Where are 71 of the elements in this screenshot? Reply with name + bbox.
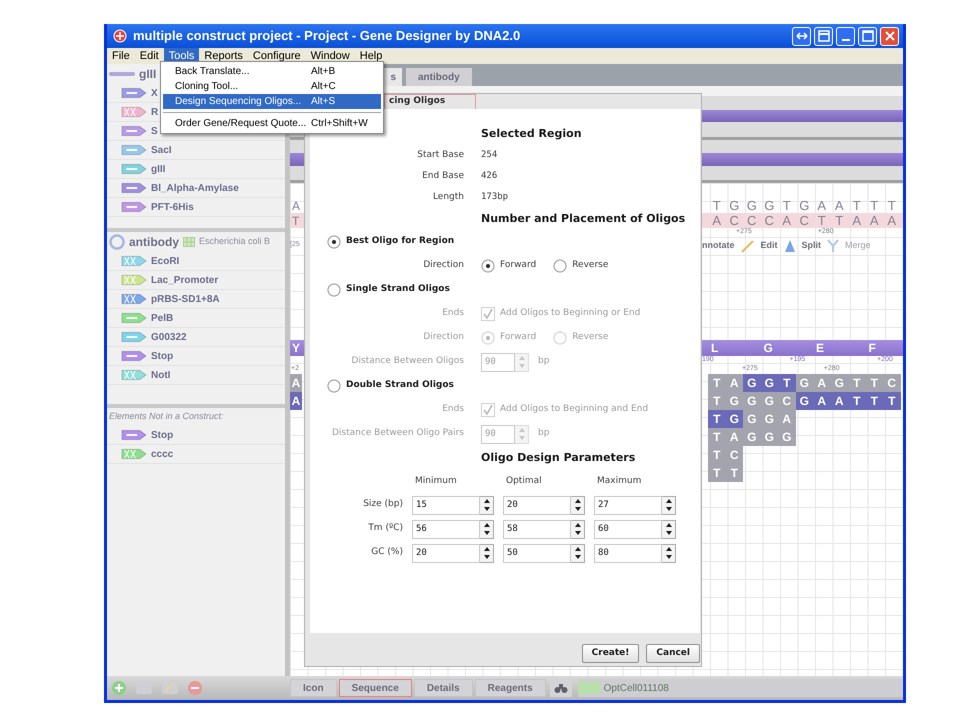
base-cell: G (796, 392, 813, 410)
section-heading: Oligo Design Parameters (481, 450, 636, 466)
base-cell: A (830, 392, 848, 410)
field-label: Direction (422, 331, 464, 344)
base-cell: C (778, 392, 796, 410)
amino-acid-letter: Y (291, 340, 300, 357)
base-cell: T (708, 446, 726, 464)
base-cell: T (726, 464, 743, 482)
field-label: GC (%) (370, 546, 404, 560)
field-label: Ends (441, 307, 464, 320)
base-cell: A (813, 392, 830, 410)
base-cell: T (708, 374, 726, 392)
window-title: multiple construct project - Project - Gene Designer by DNA2.0 (133, 27, 520, 46)
section-heading: Number and Placement of Oligos (481, 210, 686, 227)
base-cell: T (708, 392, 726, 410)
base-letter: T (291, 212, 300, 230)
base-cell: T (866, 374, 883, 392)
field-label: Length (432, 190, 464, 204)
base-cell: A (813, 374, 830, 392)
base-cell: G (760, 428, 778, 446)
base-cell: G (743, 374, 760, 392)
base-cell: T (708, 410, 726, 428)
field-label: Size (bp) (362, 498, 404, 512)
base-cell: T (708, 428, 726, 446)
base-cell: G (726, 410, 743, 428)
amino-acid-letter: L (710, 340, 720, 356)
unit-label: bp (538, 355, 550, 368)
field-label: End Base (421, 170, 464, 183)
base-letter: A (291, 198, 302, 214)
amino-acid-letter: G (762, 340, 774, 357)
field-label: Start Base (416, 148, 464, 162)
base-cell: T (848, 374, 866, 392)
amino-acid-letter: F (868, 340, 877, 357)
base-cell: G (743, 410, 760, 428)
column-header: Maximum (596, 475, 642, 488)
base-cell: T (848, 392, 866, 410)
base-cell: T (883, 392, 900, 410)
base-cell: G (760, 374, 778, 392)
field-value: 254 (481, 148, 498, 162)
amino-acid-letter: E (815, 340, 826, 357)
base-cell: T (866, 392, 883, 410)
section-heading: Selected Region (481, 126, 583, 142)
base-cell: A (726, 428, 743, 446)
unit-label: bp (538, 427, 550, 440)
base-cell: G (743, 428, 760, 446)
field-value: 173bp (481, 190, 510, 204)
field-label: Distance Between Oligos (350, 355, 464, 368)
field-label: Direction (422, 259, 464, 272)
base-cell: C (726, 446, 743, 464)
base-cell: A (290, 392, 302, 410)
base-cell: G (726, 392, 743, 410)
base-cell: T (708, 464, 726, 482)
base-cell: C (883, 374, 900, 392)
base-cell: A (726, 374, 743, 392)
field-label: Ends (441, 403, 464, 416)
base-cell: G (743, 392, 760, 410)
field-label: Tm (ºC) (367, 522, 404, 536)
field-label: Distance Between Oligo Pairs (330, 427, 464, 440)
base-cell: G (760, 392, 778, 410)
base-cell: G (760, 410, 778, 428)
column-header: Optimal (505, 475, 543, 488)
base-cell: A (290, 374, 302, 392)
column-header: Minimum (414, 475, 458, 488)
base-cell: T (778, 374, 796, 392)
section-heading: Elements Not in a Construct: (108, 410, 225, 424)
base-cell: G (830, 374, 848, 392)
base-cell: G (778, 428, 796, 446)
field-value: 426 (481, 170, 498, 183)
base-cell: G (796, 374, 813, 392)
base-cell: A (778, 410, 796, 428)
organism-label: Escherichia coli B (199, 235, 270, 248)
